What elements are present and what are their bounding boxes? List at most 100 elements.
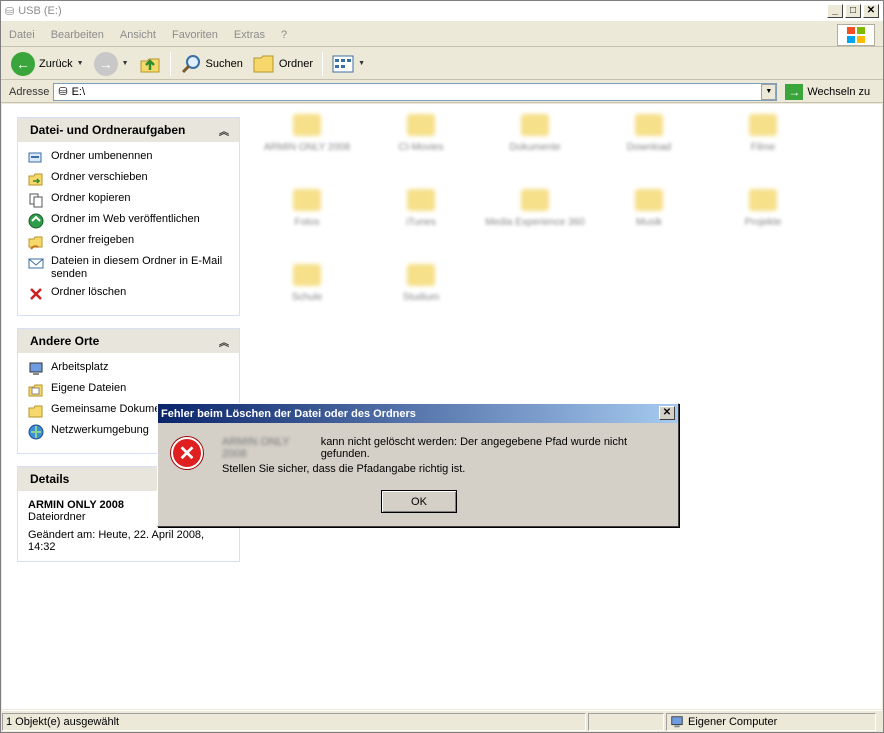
folder-icon — [521, 189, 549, 211]
go-arrow-icon: → — [785, 83, 804, 100]
task-move-folder[interactable]: Ordner verschieben — [28, 171, 229, 187]
file-tasks-title: Datei- und Ordneraufgaben — [30, 123, 186, 137]
folder-item[interactable]: CI-Movies — [366, 114, 476, 153]
task-publish-web[interactable]: Ordner im Web veröffentlichen — [28, 213, 229, 229]
chevron-down-icon[interactable]: ▼ — [122, 60, 129, 67]
computer-icon — [29, 362, 43, 375]
dialog-close-button[interactable]: ✕ — [659, 406, 675, 420]
menu-view[interactable]: Ansicht — [112, 29, 164, 41]
task-label: Ordner kopieren — [51, 192, 131, 204]
network-icon — [28, 424, 44, 440]
place-label: Netzwerkumgebung — [51, 424, 149, 436]
details-modified: Geändert am: Heute, 22. April 2008, 14:3… — [28, 529, 205, 553]
search-button[interactable]: Suchen — [176, 50, 247, 78]
folder-name: Media Experience 360 — [485, 217, 585, 228]
place-my-computer[interactable]: Arbeitsplatz — [28, 361, 229, 377]
folder-name: Dokumente — [509, 142, 561, 153]
folder-icon — [635, 114, 663, 136]
folder-name: Schule — [291, 292, 323, 303]
folder-item[interactable]: Dokumente — [480, 114, 590, 153]
folders-button[interactable]: Ordner — [249, 50, 317, 78]
task-copy-folder[interactable]: Ordner kopieren — [28, 192, 229, 208]
task-label: Ordner umbenennen — [51, 150, 153, 162]
forward-button[interactable]: → ▼ — [90, 50, 133, 78]
folder-item[interactable]: iTunes — [366, 189, 476, 228]
forward-arrow-icon: → — [93, 51, 118, 76]
dialog-title: Fehler beim Löschen der Datei oder des O… — [161, 407, 416, 420]
task-label: Ordner löschen — [51, 286, 127, 298]
close-button[interactable]: ✕ — [863, 4, 879, 18]
address-value: E:\ — [71, 85, 86, 98]
error-dialog: Fehler beim Löschen der Datei oder des O… — [157, 403, 679, 527]
move-icon — [28, 173, 43, 186]
folder-item[interactable]: Filme — [708, 114, 818, 153]
folder-item[interactable]: ARMIN ONLY 2008 — [252, 114, 362, 153]
computer-icon — [671, 715, 683, 727]
folder-item[interactable]: Fotos — [252, 189, 362, 228]
task-label: Ordner verschieben — [51, 171, 148, 183]
folders-label: Ordner — [278, 57, 314, 70]
maximize-button[interactable]: □ — [845, 4, 861, 18]
menu-help[interactable]: ? — [273, 29, 295, 41]
ok-button[interactable]: OK — [381, 490, 457, 513]
delete-icon — [30, 288, 42, 300]
search-label: Suchen — [205, 57, 243, 70]
task-email-files[interactable]: Dateien in diesem Ordner in E-Mail sende… — [28, 255, 229, 281]
window-title: ⛁ USB (E:) — [5, 5, 62, 18]
views-button[interactable]: ▼ — [328, 50, 369, 78]
menu-file[interactable]: Datei — [1, 29, 43, 41]
zone-label: Eigener Computer — [688, 715, 778, 728]
chevron-down-icon[interactable]: ▼ — [77, 60, 84, 67]
folder-item[interactable]: Musik — [594, 189, 704, 228]
folder-name: Projekte — [744, 217, 782, 228]
folder-item[interactable]: Download — [594, 114, 704, 153]
window-title-text: USB (E:) — [18, 5, 62, 17]
file-tasks-header[interactable]: Datei- und Ordneraufgaben ︽ — [18, 118, 239, 142]
address-input[interactable]: ⛁ E:\ ▼ — [53, 82, 778, 101]
rename-icon — [28, 152, 42, 163]
task-label: Ordner im Web veröffentlichen — [51, 213, 200, 225]
other-places-header[interactable]: Andere Orte ︽ — [18, 329, 239, 353]
folder-icon — [749, 189, 777, 211]
status-zone: Eigener Computer — [666, 712, 876, 731]
task-share-folder[interactable]: Ordner freigeben — [28, 234, 229, 250]
explorer-window: ⛁ USB (E:) _ □ ✕ Datei Bearbeiten Ansich… — [0, 0, 884, 733]
place-label: Arbeitsplatz — [51, 361, 109, 373]
collapse-icon[interactable]: ︽ — [219, 123, 229, 138]
error-icon: ✕ — [171, 437, 203, 469]
publish-web-icon — [28, 213, 44, 229]
view-icon — [332, 55, 354, 72]
menu-favorites[interactable]: Favoriten — [164, 29, 226, 41]
folder-item[interactable]: Media Experience 360 — [480, 189, 590, 228]
address-label: Adresse — [9, 85, 50, 98]
folder-icon — [407, 189, 435, 211]
folder-icon — [293, 114, 321, 136]
drive-icon: ⛁ — [5, 5, 15, 18]
folder-icon — [253, 55, 274, 72]
task-rename-folder[interactable]: Ordner umbenennen — [28, 150, 229, 166]
up-button[interactable] — [135, 50, 165, 78]
menu-edit[interactable]: Bearbeiten — [43, 29, 112, 41]
dialog-hint: Stellen Sie sicher, dass die Pfadangabe … — [222, 463, 466, 475]
folder-item[interactable]: Studium — [366, 264, 476, 303]
file-tasks-panel: Datei- und Ordneraufgaben ︽ Ordner umben… — [17, 117, 240, 316]
go-label: Wechseln zu — [807, 85, 871, 98]
folder-name: CI-Movies — [398, 142, 444, 153]
folder-icon — [635, 189, 663, 211]
task-delete-folder[interactable]: Ordner löschen — [28, 286, 229, 302]
back-button[interactable]: ← Zurück ▼ — [7, 50, 88, 78]
folder-name: iTunes — [406, 217, 436, 228]
menu-tools[interactable]: Extras — [226, 29, 273, 41]
address-dropdown-button[interactable]: ▼ — [761, 83, 777, 100]
folder-item[interactable]: Schule — [252, 264, 362, 303]
go-button[interactable]: → Wechseln zu — [785, 83, 871, 100]
toolbar-separator — [322, 51, 324, 76]
minimize-button[interactable]: _ — [827, 4, 843, 18]
collapse-icon[interactable]: ︽ — [219, 334, 229, 349]
folder-item[interactable]: Projekte — [708, 189, 818, 228]
my-documents-icon — [28, 384, 43, 397]
place-label: Eigene Dateien — [51, 382, 127, 394]
place-my-documents[interactable]: Eigene Dateien — [28, 382, 229, 398]
folder-name: Download — [626, 142, 672, 153]
chevron-down-icon[interactable]: ▼ — [358, 60, 365, 67]
